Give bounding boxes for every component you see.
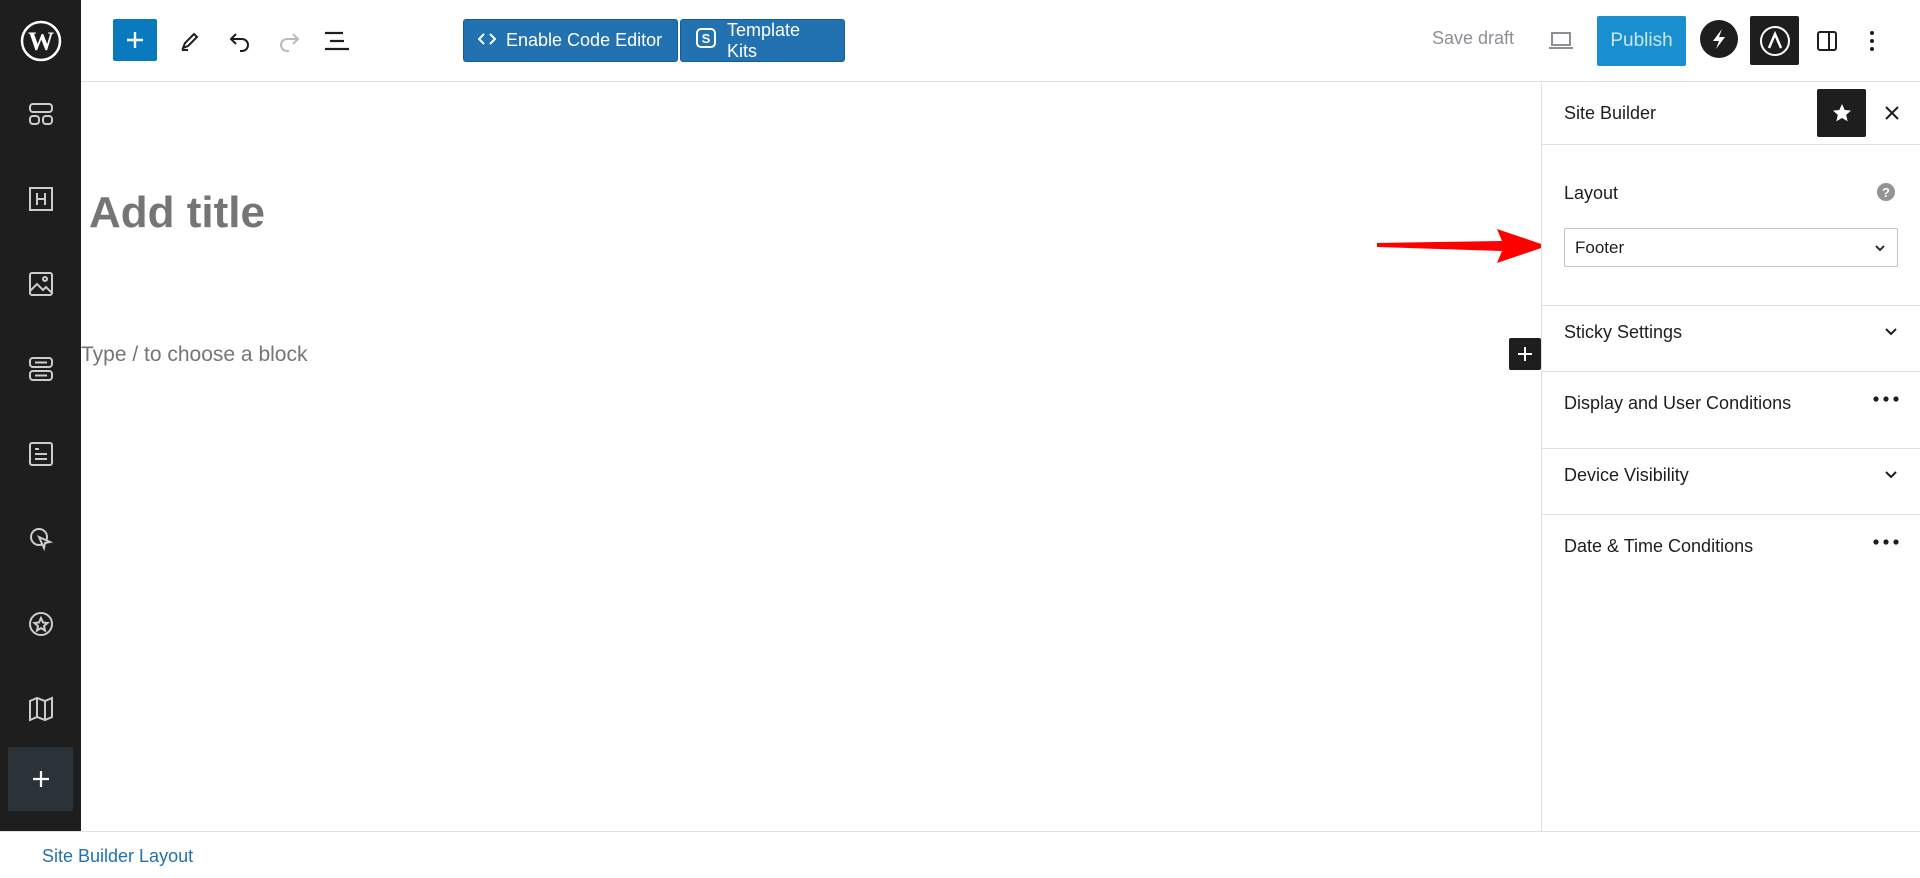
help-icon[interactable]: ? bbox=[1877, 183, 1895, 201]
section-icon[interactable] bbox=[0, 339, 81, 399]
block-inserter-button[interactable] bbox=[113, 19, 157, 61]
list-view-icon[interactable] bbox=[317, 21, 357, 61]
annotation-arrow bbox=[1377, 229, 1547, 263]
editor-canvas: Add title Type / to choose a block bbox=[81, 83, 1541, 831]
publish-button[interactable]: Publish bbox=[1597, 16, 1686, 66]
spectra-icon[interactable] bbox=[1700, 20, 1738, 58]
more-horizontal-icon[interactable] bbox=[1873, 532, 1899, 550]
more-options-icon[interactable] bbox=[1852, 21, 1892, 61]
divider bbox=[1542, 514, 1920, 515]
post-icon[interactable] bbox=[0, 424, 81, 484]
enable-code-editor-label: Enable Code Editor bbox=[506, 30, 663, 50]
chevron-down-icon bbox=[1883, 467, 1899, 488]
layout-label: Layout bbox=[1564, 183, 1619, 203]
enable-code-editor-button[interactable]: Enable Code Editor bbox=[463, 19, 678, 62]
more-horizontal-icon[interactable] bbox=[1873, 389, 1899, 407]
panel-label: Display and User Conditions bbox=[1564, 393, 1792, 413]
chevron-down-icon bbox=[1883, 324, 1899, 345]
post-title-input[interactable]: Add title bbox=[89, 188, 265, 238]
layout-icon[interactable] bbox=[0, 84, 81, 144]
cursor-icon[interactable] bbox=[0, 509, 81, 569]
add-block-button[interactable] bbox=[1509, 338, 1541, 370]
save-draft-button[interactable]: Save draft bbox=[1432, 28, 1514, 49]
panel-sticky-settings[interactable]: Sticky Settings bbox=[1542, 306, 1920, 362]
preview-desktop-icon[interactable] bbox=[1541, 21, 1581, 61]
image-icon[interactable] bbox=[0, 254, 81, 314]
code-icon bbox=[477, 30, 497, 51]
chevron-down-icon bbox=[1873, 240, 1887, 260]
close-icon[interactable] bbox=[1877, 98, 1907, 128]
wordpress-logo-icon[interactable]: W bbox=[0, 0, 81, 82]
svg-text:S: S bbox=[702, 31, 711, 46]
admin-sidebar: W bbox=[0, 0, 81, 831]
editor-toolbar: Enable Code Editor S Template Kits Save … bbox=[81, 0, 1920, 82]
panel-label: Device Visibility bbox=[1564, 465, 1689, 485]
layout-select[interactable]: Footer bbox=[1564, 228, 1898, 267]
panel-device-visibility[interactable]: Device Visibility bbox=[1542, 449, 1920, 505]
settings-panel-toggle-icon[interactable] bbox=[1807, 21, 1847, 61]
map-icon[interactable] bbox=[0, 679, 81, 739]
template-kits-icon: S bbox=[695, 27, 717, 54]
divider bbox=[1542, 371, 1920, 372]
settings-sidebar: Site Builder Layout ? Footer Sticky Sett… bbox=[1541, 83, 1920, 831]
template-kits-button[interactable]: S Template Kits bbox=[680, 19, 845, 62]
panel-date-time-conditions[interactable]: Date & Time Conditions bbox=[1542, 520, 1920, 576]
sidebar-title: Site Builder bbox=[1564, 103, 1657, 123]
heading-icon[interactable] bbox=[0, 169, 81, 229]
plus-icon[interactable] bbox=[8, 747, 73, 811]
panel-display-user-conditions[interactable]: Display and User Conditions bbox=[1542, 377, 1920, 433]
redo-icon[interactable] bbox=[269, 21, 309, 61]
editor-footer: Site Builder Layout bbox=[0, 831, 1920, 878]
panel-label: Sticky Settings bbox=[1564, 322, 1683, 342]
breadcrumb[interactable]: Site Builder Layout bbox=[42, 846, 193, 867]
astra-icon[interactable] bbox=[1750, 16, 1799, 65]
star-icon[interactable] bbox=[1817, 89, 1866, 137]
undo-icon[interactable] bbox=[220, 21, 260, 61]
layout-select-value: Footer bbox=[1575, 237, 1625, 257]
template-kits-label: Template Kits bbox=[727, 19, 801, 61]
panel-label: Date & Time Conditions bbox=[1564, 536, 1754, 556]
star-circle-icon[interactable] bbox=[0, 594, 81, 654]
svg-text:W: W bbox=[28, 27, 54, 56]
block-placeholder[interactable]: Type / to choose a block bbox=[81, 343, 307, 367]
pencil-icon[interactable] bbox=[170, 21, 210, 61]
sidebar-header: Site Builder bbox=[1542, 83, 1920, 145]
